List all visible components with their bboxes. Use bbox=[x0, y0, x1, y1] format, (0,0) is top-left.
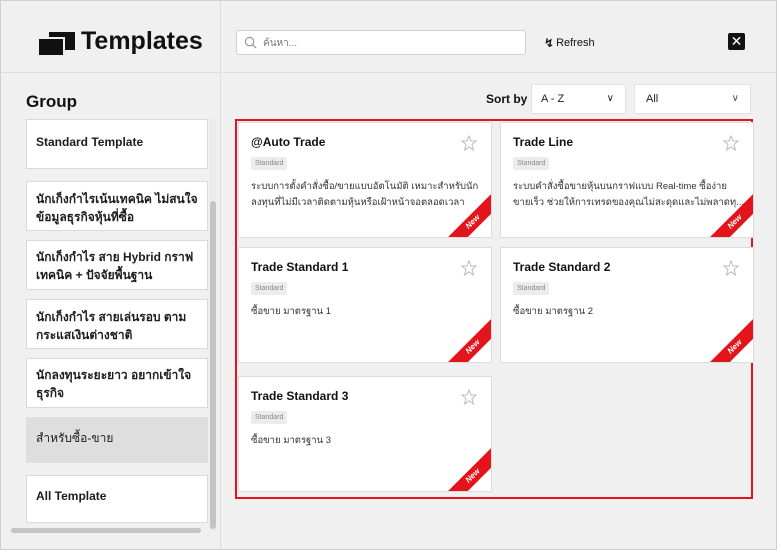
group-item-foreign-flow-speculator[interactable]: นักเก็งกำไร สายเล่นรอบ ตาม กระแสเงินต่าง… bbox=[26, 299, 208, 349]
group-item-long-term-investor[interactable]: นักลงทุนระยะยาว อยากเข้าใจ ธุรกิจ bbox=[26, 358, 208, 408]
template-card-auto-trade[interactable]: @Auto Trade Standard ระบบการตั้งคำสั่งซื… bbox=[238, 122, 492, 238]
card-description-line: ขายเร็ว ช่วยให้การเทรดของคุณไม่สะดุดและไ… bbox=[513, 197, 745, 208]
template-grid: @Auto Trade Standard ระบบการตั้งคำสั่งซื… bbox=[235, 119, 754, 499]
template-card-trade-standard-3[interactable]: Trade Standard 3 Standard ซื้อขาย มาตรฐา… bbox=[238, 376, 492, 492]
search-input[interactable] bbox=[263, 34, 513, 52]
close-icon[interactable]: ✕ bbox=[728, 33, 745, 50]
bolt-icon: ↯ bbox=[544, 36, 555, 50]
card-description: ซื้อขาย มาตรฐาน 1 bbox=[251, 304, 483, 320]
filter-select[interactable]: All ∨ bbox=[634, 84, 751, 114]
chevron-down-icon: ∨ bbox=[606, 93, 614, 104]
group-item-label: นักเก็งกำไรเน้นเทคนิค ไม่สนใจ bbox=[36, 192, 198, 206]
filter-selected-value: All bbox=[646, 93, 659, 105]
star-icon[interactable] bbox=[723, 135, 739, 151]
logo-area: Templates bbox=[1, 1, 221, 73]
card-description: ระบบคำสั่งซื้อขายหุ้นบนกราฟแบบ Real-time… bbox=[513, 179, 745, 211]
group-item-buy-sell[interactable]: สำหรับซื้อ-ขาย bbox=[26, 417, 208, 463]
chevron-down-icon: ∨ bbox=[731, 93, 739, 104]
group-item-label: นักลงทุนระยะยาว อยากเข้าใจ bbox=[36, 368, 192, 382]
group-item-label: นักเก็งกำไร สาย Hybrid กราฟ bbox=[36, 250, 194, 264]
new-ribbon: New bbox=[439, 313, 491, 362]
template-card-trade-standard-1[interactable]: Trade Standard 1 Standard ซื้อขาย มาตรฐา… bbox=[238, 247, 492, 363]
group-item-label: Standard Template bbox=[36, 135, 144, 149]
sidebar: Templates Group Standard Template นักเก็… bbox=[1, 1, 221, 549]
template-card-trade-line[interactable]: Trade Line Standard ระบบคำสั่งซื้อขายหุ้… bbox=[500, 122, 754, 238]
card-title: Trade Line bbox=[513, 135, 574, 149]
new-ribbon: New bbox=[439, 442, 491, 491]
category-badge: Standard bbox=[251, 411, 288, 424]
category-badge: Standard bbox=[513, 157, 550, 170]
card-title: Trade Standard 3 bbox=[251, 389, 349, 403]
group-scrollbar-thumb[interactable] bbox=[210, 201, 216, 529]
group-item-hybrid-speculator[interactable]: นักเก็งกำไร สาย Hybrid กราฟ เทคนิค + ปัจ… bbox=[26, 240, 208, 290]
group-item-label: เทคนิค + ปัจจัยพื้นฐาน bbox=[36, 268, 153, 282]
group-item-label: นักเก็งกำไร สายเล่นรอบ ตาม bbox=[36, 310, 187, 324]
group-title: Group bbox=[26, 92, 77, 111]
card-description-line: ลงทุนที่ไม่มีเวลาติดตามหุ้นหรือเฝ้าหน้าจ… bbox=[251, 197, 465, 208]
card-description-line: ซื้อขาย มาตรฐาน 1 bbox=[251, 306, 332, 317]
card-description: ระบบการตั้งคำสั่งซื้อ/ขายแบบอัตโนมัติ เห… bbox=[251, 179, 483, 211]
group-item-standard-template[interactable]: Standard Template bbox=[26, 119, 208, 169]
refresh-label: Refresh bbox=[556, 37, 595, 49]
card-description-line: ระบบคำสั่งซื้อขายหุ้นบนกราฟแบบ Real-time… bbox=[513, 181, 727, 192]
sort-selected-value: A - Z bbox=[541, 93, 565, 105]
search-icon bbox=[244, 36, 257, 49]
card-description: ซื้อขาย มาตรฐาน 2 bbox=[513, 304, 745, 320]
horizontal-scrollbar[interactable] bbox=[11, 528, 201, 533]
category-badge: Standard bbox=[513, 282, 550, 295]
group-item-label: ธุรกิจ bbox=[36, 386, 65, 400]
search-box[interactable] bbox=[236, 30, 526, 55]
card-description-line: ซื้อขาย มาตรฐาน 3 bbox=[251, 435, 332, 446]
star-icon[interactable] bbox=[461, 135, 477, 151]
sort-select[interactable]: A - Z ∨ bbox=[531, 84, 626, 114]
template-card-trade-standard-2[interactable]: Trade Standard 2 Standard ซื้อขาย มาตรฐา… bbox=[500, 247, 754, 363]
templates-window: Templates Group Standard Template นักเก็… bbox=[0, 0, 777, 550]
templates-logo-icon bbox=[39, 32, 75, 55]
card-title: Trade Standard 1 bbox=[251, 260, 349, 274]
category-badge: Standard bbox=[251, 157, 288, 170]
app-title: Templates bbox=[81, 27, 203, 55]
card-title: Trade Standard 2 bbox=[513, 260, 611, 274]
card-description-line: ระบบการตั้งคำสั่งซื้อ/ขายแบบอัตโนมัติ เห… bbox=[251, 181, 479, 192]
refresh-button[interactable]: ↯ Refresh bbox=[544, 36, 595, 50]
category-badge: Standard bbox=[251, 282, 288, 295]
card-title: @Auto Trade bbox=[251, 135, 326, 149]
star-icon[interactable] bbox=[461, 260, 477, 276]
star-icon[interactable] bbox=[723, 260, 739, 276]
new-ribbon: New bbox=[701, 313, 753, 362]
star-icon[interactable] bbox=[461, 389, 477, 405]
card-description-line: ซื้อขาย มาตรฐาน 2 bbox=[513, 306, 594, 317]
group-item-label: สำหรับซื้อ-ขาย bbox=[36, 431, 114, 445]
group-item-all-template[interactable]: All Template bbox=[26, 475, 208, 523]
card-description: ซื้อขาย มาตรฐาน 3 bbox=[251, 433, 483, 449]
group-item-technical-speculator[interactable]: นักเก็งกำไรเน้นเทคนิค ไม่สนใจ ข้อมูลธุรก… bbox=[26, 181, 208, 231]
sort-label: Sort by bbox=[486, 92, 528, 106]
group-item-label: กระแสเงินต่างชาติ bbox=[36, 328, 133, 342]
top-bar: ↯ Refresh ✕ bbox=[222, 1, 776, 73]
group-item-label: All Template bbox=[36, 489, 107, 503]
group-item-label: ข้อมูลธุรกิจหุ้นที่ซื้อ bbox=[36, 210, 135, 224]
